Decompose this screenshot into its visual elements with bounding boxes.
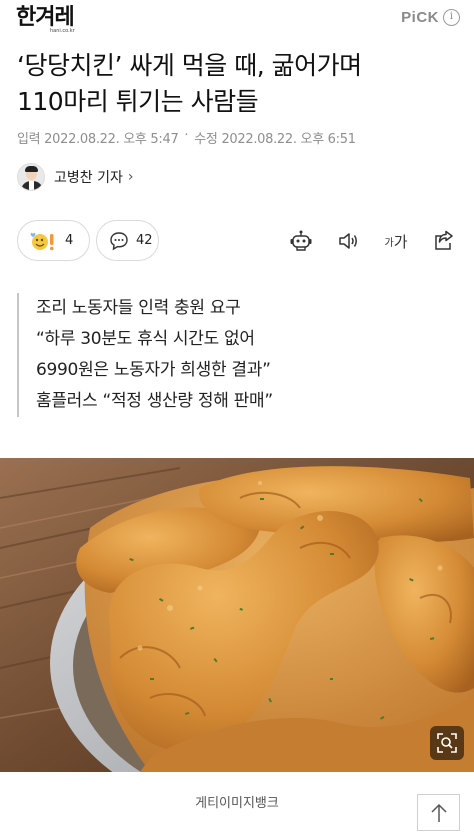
headline-line-1: ‘당당치킨’ 싸게 먹을 때, 굶어가며: [17, 51, 362, 80]
pick-badge[interactable]: PiCK i: [401, 9, 460, 26]
speaker-icon[interactable]: [335, 228, 361, 254]
info-icon[interactable]: i: [443, 9, 460, 26]
font-size-small-label: 가: [384, 237, 394, 249]
modified-info: 수정 2022.08.22. 오후 6:51: [194, 128, 356, 147]
article-photo[interactable]: [0, 458, 474, 772]
summary-line: 홈플러스 “적정 생산량 정해 판매”: [36, 391, 273, 411]
summary-line: 조리 노동자들 인력 충원 요구: [36, 298, 241, 318]
zoom-button[interactable]: [430, 726, 464, 760]
reporter-byline[interactable]: 고병찬 기자 ›: [17, 163, 133, 191]
robot-icon[interactable]: [288, 228, 314, 254]
chevron-right-icon: ›: [127, 169, 134, 185]
modified-label: 수정: [194, 132, 218, 147]
top-bar: 한겨레 hani.co.kr PiCK i: [0, 0, 474, 40]
logo[interactable]: 한겨레 hani.co.kr: [16, 5, 75, 35]
published-label: 입력: [17, 132, 41, 147]
summary-line: 6990원은 노동자가 희생한 결과”: [36, 360, 271, 380]
modified-date: 2022.08.22. 오후 6:51: [221, 132, 356, 147]
photo-caption: 게티이미지뱅크: [195, 796, 279, 811]
published-info: 입력 2022.08.22. 오후 5:47: [17, 128, 179, 147]
reporter-avatar: [17, 163, 45, 191]
comment-button[interactable]: 42: [96, 220, 159, 261]
font-size-icon[interactable]: 가가: [381, 228, 411, 254]
summary-line: “하루 30분도 휴식 시간도 없어: [36, 329, 255, 349]
font-size-large-label: 가: [393, 232, 408, 251]
share-icon[interactable]: [431, 228, 457, 254]
logo-text: 한겨레: [16, 5, 75, 30]
scroll-to-top-button[interactable]: [417, 794, 460, 831]
reporter-name[interactable]: 고병찬 기자: [54, 167, 123, 187]
reaction-emoji-icon: [30, 230, 58, 252]
arrow-up-icon: [430, 803, 447, 822]
headline-line-2: 110마리 튀기는 사람들: [17, 87, 259, 116]
comment-count: 42: [136, 233, 153, 248]
meta-separator: ·: [184, 128, 189, 143]
pick-label: PiCK: [401, 9, 439, 26]
fried-chicken-image: [0, 458, 474, 772]
published-date: 2022.08.22. 오후 5:47: [44, 132, 179, 147]
reaction-count: 4: [65, 233, 74, 248]
article-meta: 입력 2022.08.22. 오후 5:47 · 수정 2022.08.22. …: [17, 128, 356, 147]
logo-subtext: hani.co.kr: [50, 28, 75, 34]
article-actions: 4 42 가가: [17, 220, 457, 262]
article-headline: ‘당당치킨’ 싸게 먹을 때, 굶어가며 110마리 튀기는 사람들: [17, 48, 457, 120]
article-summary: 조리 노동자들 인력 충원 요구 “하루 30분도 휴식 시간도 없어 6990…: [17, 293, 273, 417]
zoom-icon: [437, 733, 457, 753]
comment-icon: [109, 231, 129, 251]
reaction-button[interactable]: 4: [17, 220, 90, 261]
